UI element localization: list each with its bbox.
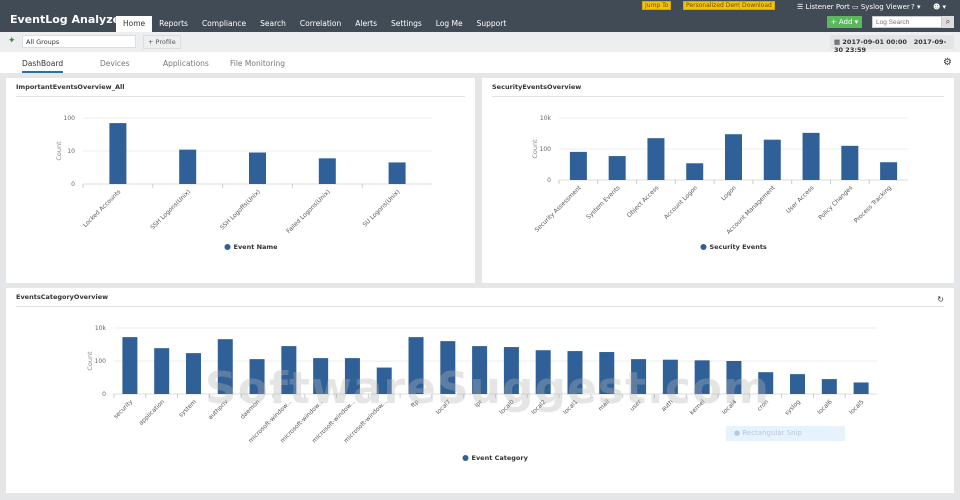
top-header: EventLog Analyzer Home Reports Compliance S… [0, 0, 960, 32]
snip-overlay: ● Rectangular Snip [726, 426, 845, 441]
search-icon[interactable]: ⌕ [942, 16, 954, 28]
listener-port-link[interactable]: ☰ Listener Port [797, 3, 850, 11]
dashboard-tabs: DashBoard Devices Applications File Moni… [0, 52, 960, 73]
legend-label: Security Events [710, 243, 767, 251]
gear-icon[interactable]: ⚙ [943, 57, 952, 68]
x-tick-label: Logon [720, 184, 738, 202]
add-profile-button[interactable]: + Profile [143, 35, 181, 49]
x-tick-label: User Access [785, 184, 815, 214]
x-tick-label: Object Access [626, 184, 661, 219]
x-tick-label: local5 [848, 398, 866, 416]
bar [122, 337, 138, 394]
x-tick-label: SSH Logons(Unix) [149, 188, 192, 231]
y-axis-label: Count [86, 351, 94, 371]
personalized-demo-link[interactable]: Personalized Demo [683, 1, 747, 10]
x-tick-label: Process Tracking [853, 184, 893, 224]
y-tick-label: 0 [71, 181, 75, 188]
security-events-chart: 0 100 10k Count Security Assessment System Ev… [531, 115, 908, 251]
nav-correlation[interactable]: Correlation [293, 16, 348, 32]
bar [686, 163, 704, 180]
bar [249, 152, 266, 184]
bar [185, 353, 201, 394]
tab-dashboard[interactable]: DashBoard [22, 59, 64, 73]
log-search-input[interactable] [872, 16, 942, 28]
nav-compliance[interactable]: Compliance [195, 16, 253, 32]
bar [569, 151, 587, 180]
y-tick-label: 100 [540, 146, 552, 153]
pin-icon[interactable]: ✦ [8, 36, 16, 46]
x-tick-label: syslog [784, 398, 802, 416]
bar [880, 162, 898, 180]
list-icon: ☰ [797, 3, 806, 11]
y-axis-label: Count [55, 141, 63, 161]
bar [821, 379, 837, 394]
app-logo: EventLog Analyzer [10, 13, 126, 26]
watermark: SoftwareSuggest.com [205, 363, 770, 414]
legend-marker [462, 455, 469, 461]
nav-home[interactable]: Home [116, 16, 153, 32]
important-events-chart: 0 10 100 Count Locked Accounts SSH Logons(Uni… [55, 115, 432, 251]
legend-marker [700, 244, 707, 250]
tab-applications[interactable]: Applications [163, 59, 209, 68]
y-tick-label: 0 [547, 177, 551, 184]
bar [179, 149, 197, 184]
x-tick-label: application [138, 398, 166, 426]
y-tick-label: 0 [102, 391, 106, 398]
nav-log-me[interactable]: Log Me [429, 16, 470, 32]
important-events-panel: ImportantEventsOverview_All 0 10 100 Count L… [6, 78, 475, 283]
x-tick-label: Locked Accounts [82, 188, 122, 228]
legend-label: Event Name [234, 243, 279, 251]
y-tick-label: 100 [64, 115, 76, 122]
tab-file-monitoring[interactable]: File Monitoring [230, 59, 285, 68]
download-link[interactable]: Download [739, 1, 775, 10]
nav-alerts[interactable]: Alerts [348, 16, 384, 32]
nav-reports[interactable]: Reports [152, 16, 195, 32]
bar [853, 382, 869, 394]
syslog-viewer-link[interactable]: ▭ Syslog Viewer [852, 3, 910, 11]
x-tick-label: Account Logon [663, 184, 699, 220]
bar [154, 348, 170, 394]
x-tick-label: Security Assessment [534, 184, 584, 234]
y-tick-label: 10 [67, 148, 75, 155]
add-button[interactable]: + Add ▾ [827, 16, 862, 28]
bar [318, 158, 336, 184]
jump-to-link[interactable]: Jump To [642, 1, 672, 10]
y-tick-label: 100 [95, 358, 107, 365]
nav-settings[interactable]: Settings [384, 16, 429, 32]
help-menu[interactable]: ? ▾ [911, 3, 920, 11]
group-select[interactable]: All Groups [22, 35, 136, 48]
bar [109, 123, 127, 184]
legend-label: Event Category [472, 454, 529, 462]
y-axis-label: Count [531, 139, 539, 159]
tab-devices[interactable]: Devices [100, 59, 130, 68]
bar [790, 374, 806, 394]
bar [608, 156, 626, 180]
user-menu[interactable]: ☻ ▾ [933, 3, 946, 11]
x-tick-label: Failed Logons(Unix) [285, 188, 331, 234]
y-tick-label: 10k [95, 325, 107, 332]
x-tick-label: SSH Logoffs(Unix) [219, 188, 262, 231]
x-tick-label: SU Logons(Unix) [362, 188, 402, 228]
nav-support[interactable]: Support [470, 16, 514, 32]
bar [763, 139, 781, 180]
bar [802, 132, 820, 180]
x-tick-label: System Events [585, 184, 621, 220]
bar [841, 145, 859, 180]
bar [647, 138, 665, 180]
x-tick-label: local6 [816, 398, 834, 416]
x-tick-label: Policy Changes [817, 184, 854, 221]
main-nav: Home Reports Compliance Search Correlation Al… [116, 16, 513, 32]
bar [388, 162, 406, 184]
monitor-icon: ▭ [852, 3, 861, 11]
date-range-picker[interactable]: ▦ 2017-09-01 00:00 2017-09-30 23:59 [830, 35, 954, 54]
x-tick-label: system [178, 398, 198, 418]
x-tick-label: security [112, 398, 134, 420]
y-tick-label: 10k [540, 115, 552, 122]
bar [725, 134, 742, 180]
nav-search[interactable]: Search [253, 16, 293, 32]
legend-marker [224, 244, 231, 250]
security-events-panel: SecurityEventsOverview 0 100 10k Count Secur… [482, 78, 954, 283]
